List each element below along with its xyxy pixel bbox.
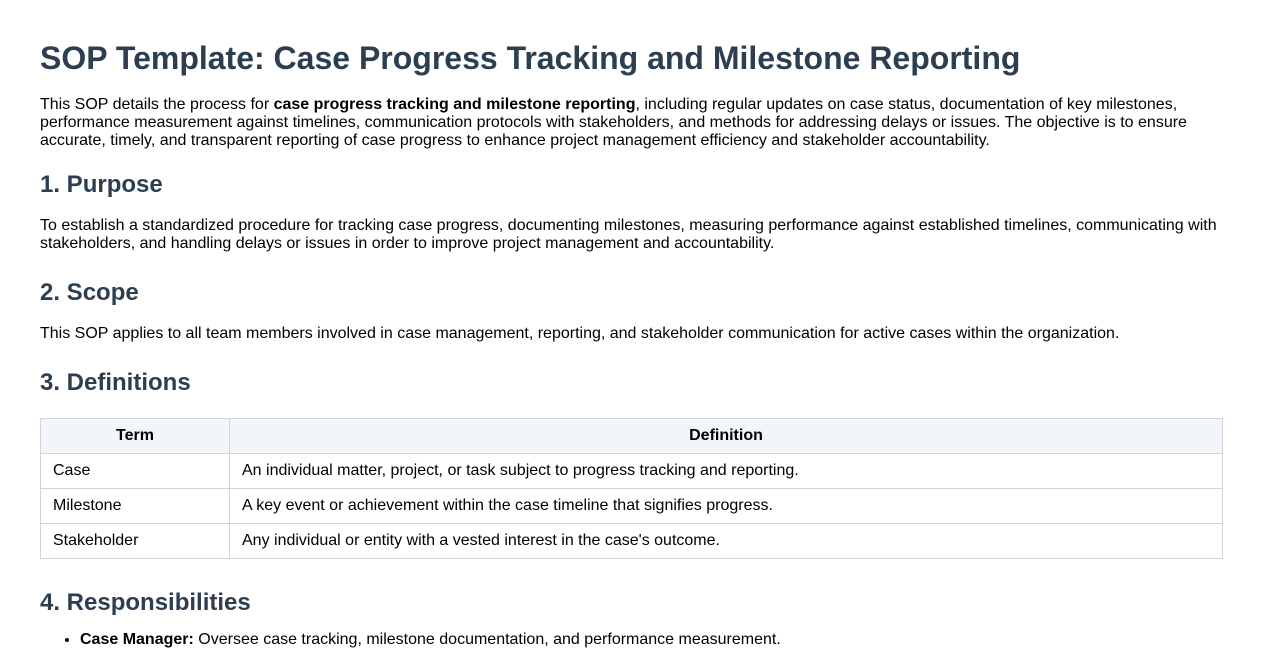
sop-document: SOP Template: Case Progress Tracking and… [0,0,1263,649]
term-cell: Milestone [40,488,230,524]
responsibilities-list: Case Manager: Oversee case tracking, mil… [40,631,1223,649]
intro-paragraph: This SOP details the process for case pr… [40,96,1223,150]
intro-text-start: This SOP details the process for [40,96,274,113]
role-label: Case Manager: [80,631,194,648]
intro-bold-phrase: case progress tracking and milestone rep… [273,96,636,113]
definition-cell: A key event or achievement within the ca… [229,488,1223,524]
table-row: Case An individual matter, project, or t… [40,453,1223,489]
purpose-text: To establish a standardized procedure fo… [40,217,1217,252]
definitions-table: Term Definition Case An individual matte… [40,418,1223,559]
responsibilities-heading: 4. Responsibilities [40,589,251,616]
page-title: SOP Template: Case Progress Tracking and… [40,40,1021,76]
role-description: Oversee case tracking, milestone documen… [193,631,781,648]
definitions-heading: 3. Definitions [40,369,191,396]
table-header-row: Term Definition [40,418,1223,454]
scope-heading: 2. Scope [40,279,139,306]
purpose-heading: 1. Purpose [40,171,163,198]
term-cell: Stakeholder [40,523,230,559]
table-row: Stakeholder Any individual or entity wit… [40,523,1223,559]
definition-cell: Any individual or entity with a vested i… [229,523,1223,559]
list-item: Case Manager: Oversee case tracking, mil… [80,631,1223,649]
definition-column-header: Definition [229,418,1223,454]
scope-text: This SOP applies to all team members inv… [40,325,1120,342]
table-row: Milestone A key event or achievement wit… [40,488,1223,524]
definition-cell: An individual matter, project, or task s… [229,453,1223,489]
term-cell: Case [40,453,230,489]
term-column-header: Term [40,418,230,454]
